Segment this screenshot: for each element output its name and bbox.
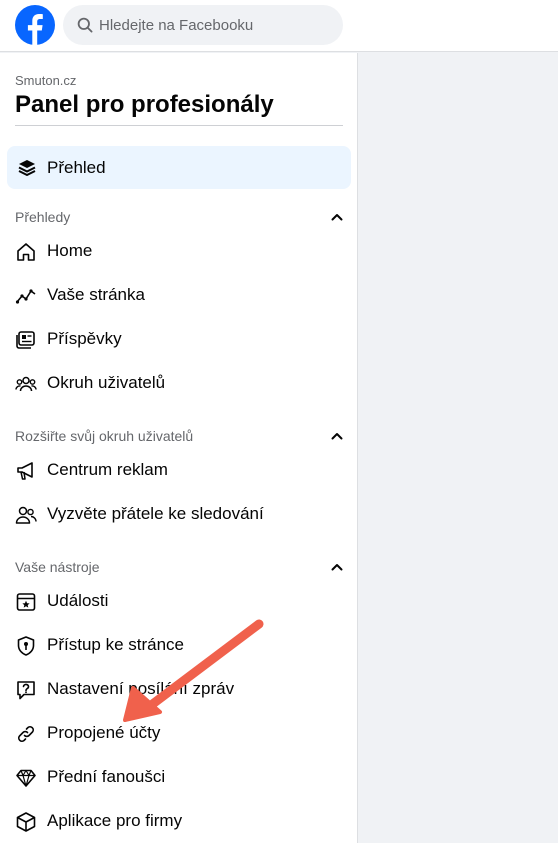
sidebar-item-business-apps[interactable]: Aplikace pro firmy [7, 801, 351, 841]
posts-icon [16, 331, 35, 349]
page-name: Smuton.cz [15, 73, 77, 88]
invite-friends-icon [15, 506, 37, 524]
diamond-icon [16, 769, 36, 787]
sidebar-item-label: Okruh uživatelů [47, 373, 166, 392]
professional-dashboard-sidebar: Smuton.cz Panel pro profesionály Přehled… [0, 53, 358, 843]
home-icon [17, 243, 35, 261]
sidebar-item-audience[interactable]: Okruh uživatelů [7, 363, 351, 403]
sidebar-item-label: Aplikace pro firmy [47, 811, 183, 830]
sidebar-item-linked-accounts[interactable]: Propojené účty [7, 713, 351, 753]
sidebar-item-label: Nastavení posílání zpráv [47, 679, 235, 698]
box-icon [16, 812, 36, 832]
section-heading: Rozšiřte svůj okruh uživatelů [15, 428, 194, 444]
sidebar-item-label: Příspěvky [47, 329, 122, 348]
section-header-insights[interactable]: Přehledy [15, 207, 345, 227]
facebook-logo-icon[interactable] [15, 5, 55, 45]
panel-title: Panel pro profesionály [15, 91, 274, 118]
sidebar-item-top-fans[interactable]: Přední fanoušci [7, 757, 351, 797]
audience-icon [15, 376, 37, 392]
sidebar-item-label: Přední fanoušci [47, 767, 166, 786]
search-icon [77, 17, 93, 33]
divider [15, 125, 343, 126]
top-bar [0, 0, 558, 52]
sidebar-item-home[interactable]: Home [7, 231, 351, 271]
chevron-up-icon[interactable] [329, 428, 345, 444]
sidebar-item-label: Home [47, 241, 93, 260]
shield-key-icon [17, 636, 35, 656]
layers-icon [18, 160, 36, 176]
sidebar-item-page-access[interactable]: Přístup ke stránce [7, 625, 351, 665]
sidebar-item-invite-friends[interactable]: Vyzvěte přátele ke sledování [7, 494, 351, 534]
sidebar-item-label: Centrum reklam [47, 460, 168, 479]
section-heading: Přehledy [15, 209, 71, 225]
sidebar-item-label: Vaše stránka [47, 285, 145, 304]
sidebar-item-your-page[interactable]: Vaše stránka [7, 275, 351, 315]
section-heading: Vaše nástroje [15, 559, 100, 575]
link-icon [18, 726, 34, 742]
chevron-up-icon[interactable] [329, 209, 345, 225]
sidebar-item-label: Události [47, 591, 109, 610]
message-question-icon [17, 681, 35, 700]
sidebar-item-label: Vyzvěte přátele ke sledování [47, 504, 264, 523]
sidebar-item-messaging-settings[interactable]: Nastavení posílání zpráv [7, 669, 351, 709]
sidebar-item-label: Přístup ke stránce [47, 635, 185, 654]
section-header-your-tools[interactable]: Vaše nástroje [15, 557, 345, 577]
sidebar-item-overview[interactable]: Přehled [7, 146, 351, 189]
search-box[interactable] [63, 5, 343, 45]
trend-line-icon [15, 289, 36, 304]
chevron-up-icon[interactable] [329, 559, 345, 575]
sidebar-item-events[interactable]: Události [7, 581, 351, 621]
sidebar-item-label: Propojené účty [47, 723, 161, 742]
sidebar-item-label: Přehled [47, 158, 106, 177]
sidebar-item-ad-center[interactable]: Centrum reklam [7, 450, 351, 490]
section-header-grow-audience[interactable]: Rozšiřte svůj okruh uživatelů [15, 426, 345, 446]
megaphone-icon [17, 462, 33, 480]
search-input[interactable] [99, 5, 329, 45]
sidebar-item-posts[interactable]: Příspěvky [7, 319, 351, 359]
calendar-star-icon [16, 593, 36, 611]
